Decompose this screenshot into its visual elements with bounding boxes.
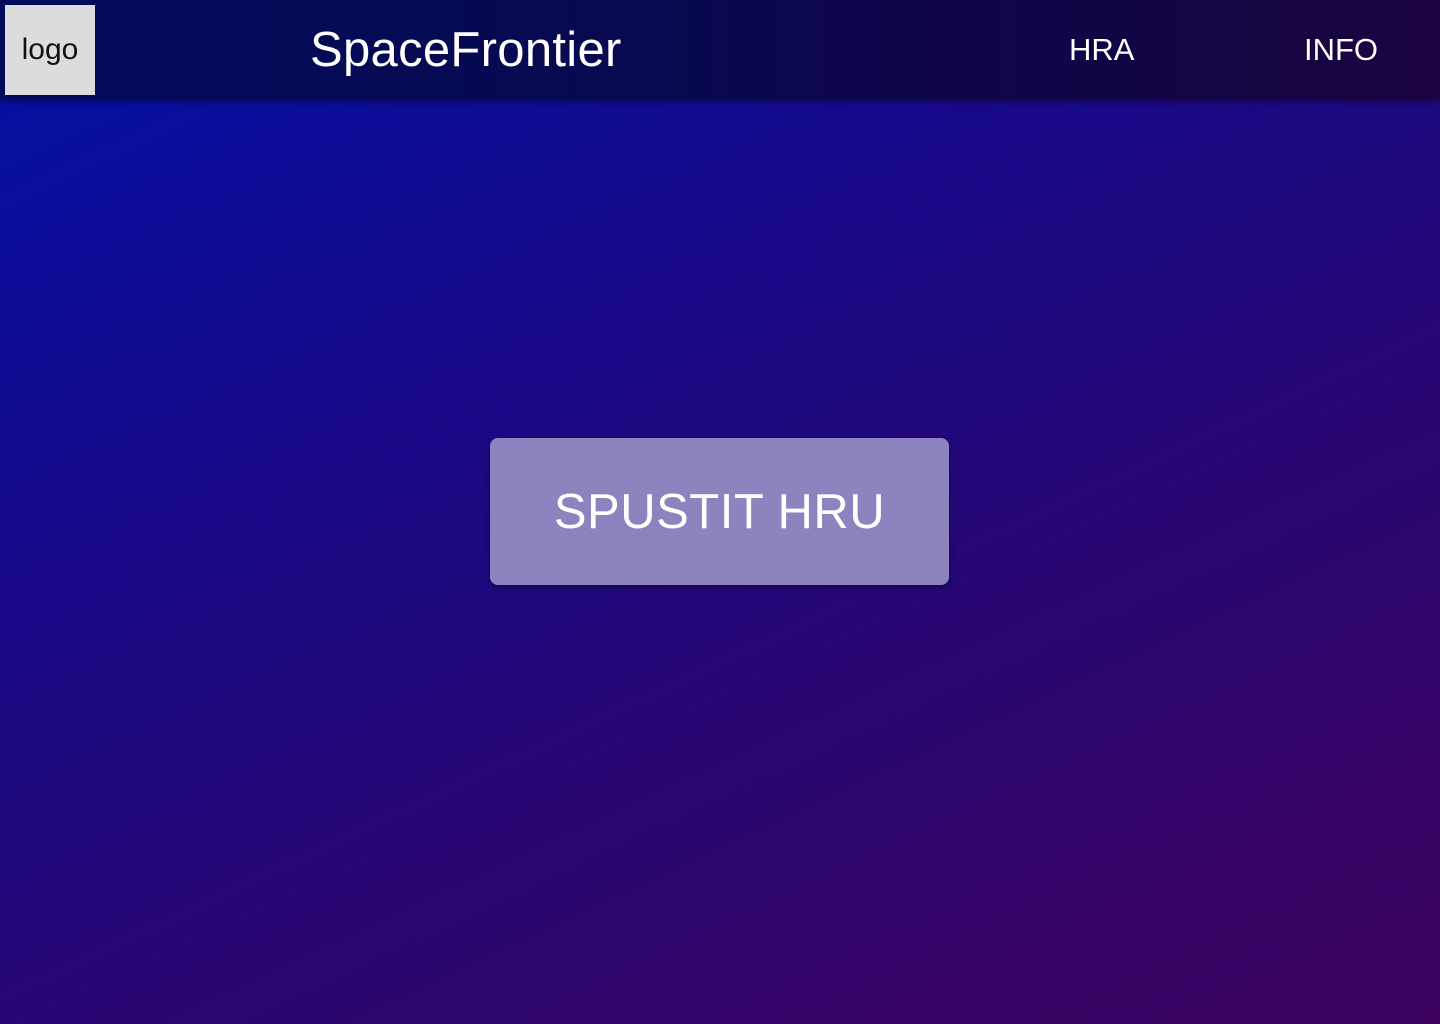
brand-title: SpaceFrontier <box>310 23 622 77</box>
top-navbar: logo SpaceFrontier HRA INFO <box>0 0 1440 100</box>
start-game-button[interactable]: SPUSTIT HRU <box>490 438 949 585</box>
nav-link-info[interactable]: INFO <box>1304 30 1378 70</box>
logo-placeholder[interactable]: logo <box>5 5 95 95</box>
nav-link-hra[interactable]: HRA <box>1069 30 1134 70</box>
